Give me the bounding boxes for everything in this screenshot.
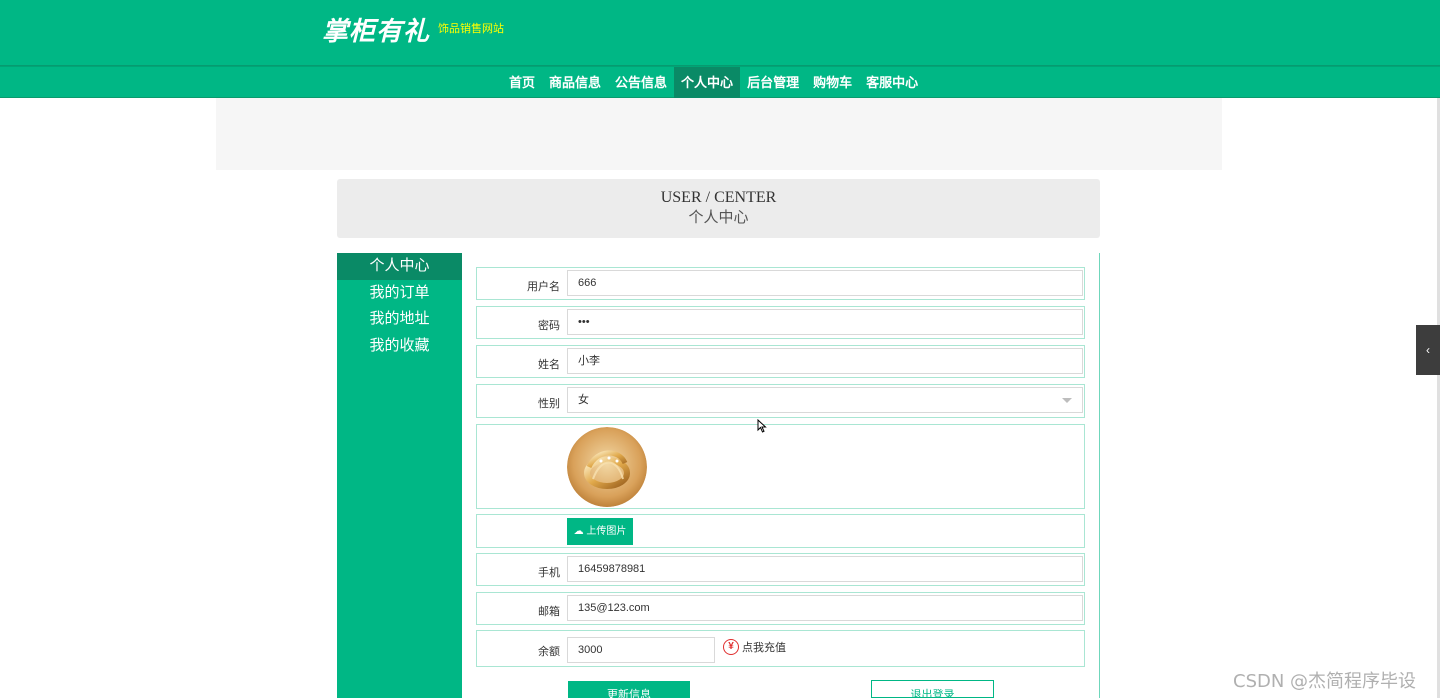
upload-image-button[interactable]: ☁ 上传图片 — [567, 518, 633, 545]
email-input[interactable]: 135@123.com — [567, 595, 1083, 621]
banner-area — [216, 98, 1222, 170]
upload-button-label: 上传图片 — [586, 526, 627, 537]
csdn-watermark: CSDN @杰简程序毕设 — [1233, 671, 1417, 692]
mouse-cursor-icon — [757, 418, 767, 438]
balance-input[interactable]: 3000 — [567, 637, 715, 663]
username-input[interactable]: 666 — [567, 270, 1083, 296]
nav-home[interactable]: 首页 — [502, 67, 542, 98]
yen-icon: ¥ — [723, 639, 739, 655]
password-input[interactable]: ••• — [567, 309, 1083, 335]
password-row: 密码 ••• — [476, 306, 1085, 339]
email-row: 邮箱 135@123.com — [476, 592, 1085, 625]
cloud-upload-icon: ☁ — [573, 526, 584, 537]
avatar-row — [476, 424, 1085, 509]
sidebar-item-addresses[interactable]: 我的地址 — [337, 306, 462, 333]
avatar-image — [567, 427, 647, 507]
nav-announcements[interactable]: 公告信息 — [608, 67, 674, 98]
nav-user-center[interactable]: 个人中心 — [674, 67, 741, 98]
site-logo[interactable]: 掌柜有礼 饰品销售网站 — [322, 14, 504, 50]
main-nav: 首页 商品信息 公告信息 个人中心 后台管理 购物车 客服中心 — [0, 66, 1440, 98]
password-label: 密码 — [538, 320, 560, 332]
phone-label: 手机 — [538, 567, 560, 579]
profile-form: 用户名 666 密码 ••• 姓名 小李 性别 女 ☁ 上传图片 手机 1645… — [462, 253, 1100, 698]
recharge-label: 点我充值 — [742, 642, 786, 654]
recharge-link[interactable]: ¥ 点我充值 — [723, 639, 786, 655]
chevron-down-icon — [1062, 398, 1072, 403]
page-title-cn: 个人中心 — [688, 210, 749, 226]
user-sidebar: 个人中心 我的订单 我的地址 我的收藏 — [337, 253, 462, 698]
update-info-button[interactable]: 更新信息 — [568, 681, 690, 698]
page-title-box: USER / CENTER 个人中心 — [337, 179, 1100, 238]
gender-value: 女 — [578, 394, 589, 406]
phone-row: 手机 16459878981 — [476, 553, 1085, 586]
nav-products[interactable]: 商品信息 — [542, 67, 608, 98]
gender-row: 性别 女 — [476, 384, 1085, 418]
gender-label: 性别 — [538, 398, 560, 410]
phone-input[interactable]: 16459878981 — [567, 556, 1083, 582]
page-title-en: USER / CENTER — [660, 189, 777, 206]
upload-row: ☁ 上传图片 — [476, 514, 1085, 548]
logo-text: 掌柜有礼 — [322, 17, 431, 47]
username-label: 用户名 — [527, 281, 560, 293]
sidebar-item-orders[interactable]: 我的订单 — [337, 280, 462, 307]
nav-admin[interactable]: 后台管理 — [740, 67, 806, 98]
balance-row: 余额 3000 ¥ 点我充值 — [476, 630, 1085, 667]
top-header: 掌柜有礼 饰品销售网站 — [0, 0, 1440, 66]
name-label: 姓名 — [538, 359, 560, 371]
username-row: 用户名 666 — [476, 267, 1085, 300]
sidebar-item-user-center[interactable]: 个人中心 — [337, 253, 462, 280]
site-subtitle: 饰品销售网站 — [438, 23, 505, 35]
gender-select[interactable]: 女 — [567, 387, 1083, 413]
side-collapse-tab[interactable]: ‹ — [1416, 325, 1440, 375]
nav-cart[interactable]: 购物车 — [806, 67, 859, 98]
email-label: 邮箱 — [538, 606, 560, 618]
balance-label: 余额 — [538, 646, 560, 658]
sidebar-item-favorites[interactable]: 我的收藏 — [337, 333, 462, 360]
name-row: 姓名 小李 — [476, 345, 1085, 378]
name-input[interactable]: 小李 — [567, 348, 1083, 374]
logout-button[interactable]: 退出登录 — [871, 680, 994, 698]
nav-support[interactable]: 客服中心 — [859, 67, 925, 98]
chevron-left-icon: ‹ — [1426, 343, 1430, 357]
